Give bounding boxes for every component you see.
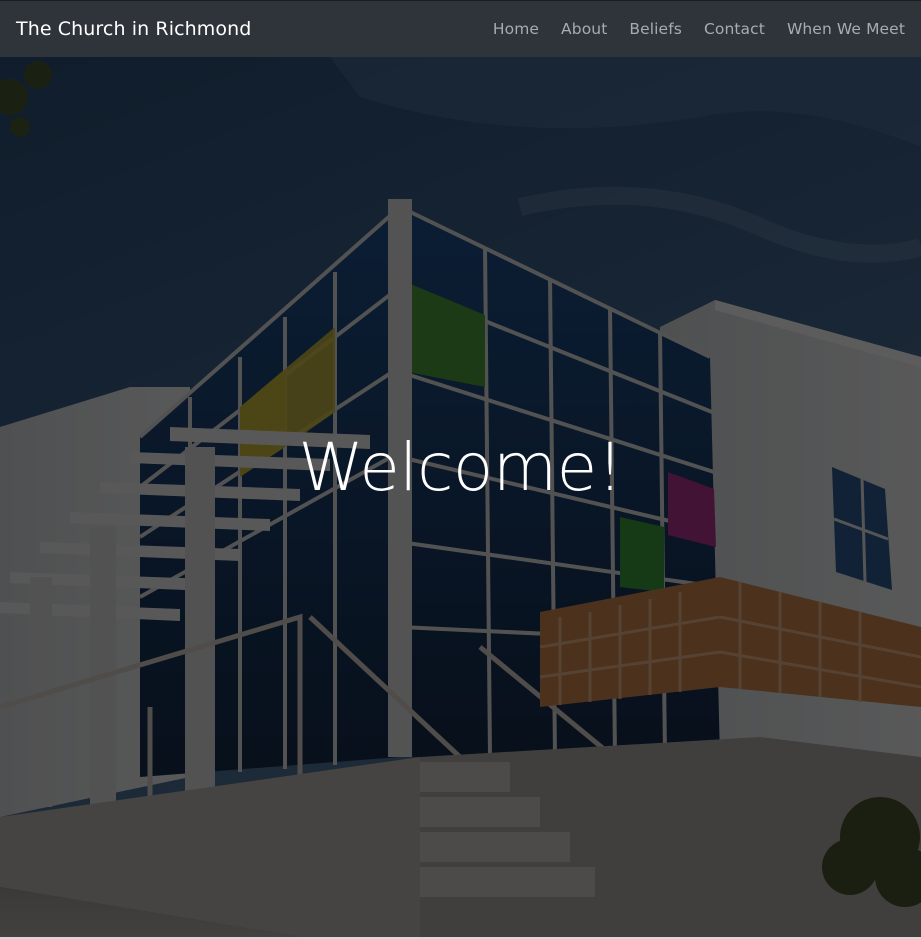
nav-link-about[interactable]: About — [561, 20, 607, 38]
hero-welcome-heading: Welcome! — [298, 429, 623, 506]
top-navbar: The Church in Richmond Home About Belief… — [0, 0, 921, 57]
site-brand-link[interactable]: The Church in Richmond — [16, 18, 251, 40]
nav-links: Home About Beliefs Contact When We Meet — [493, 20, 905, 38]
nav-link-contact[interactable]: Contact — [704, 20, 765, 38]
hero-section: Welcome! — [0, 57, 921, 939]
nav-link-beliefs[interactable]: Beliefs — [629, 20, 682, 38]
nav-link-when-we-meet[interactable]: When We Meet — [787, 20, 905, 38]
nav-link-home[interactable]: Home — [493, 20, 539, 38]
